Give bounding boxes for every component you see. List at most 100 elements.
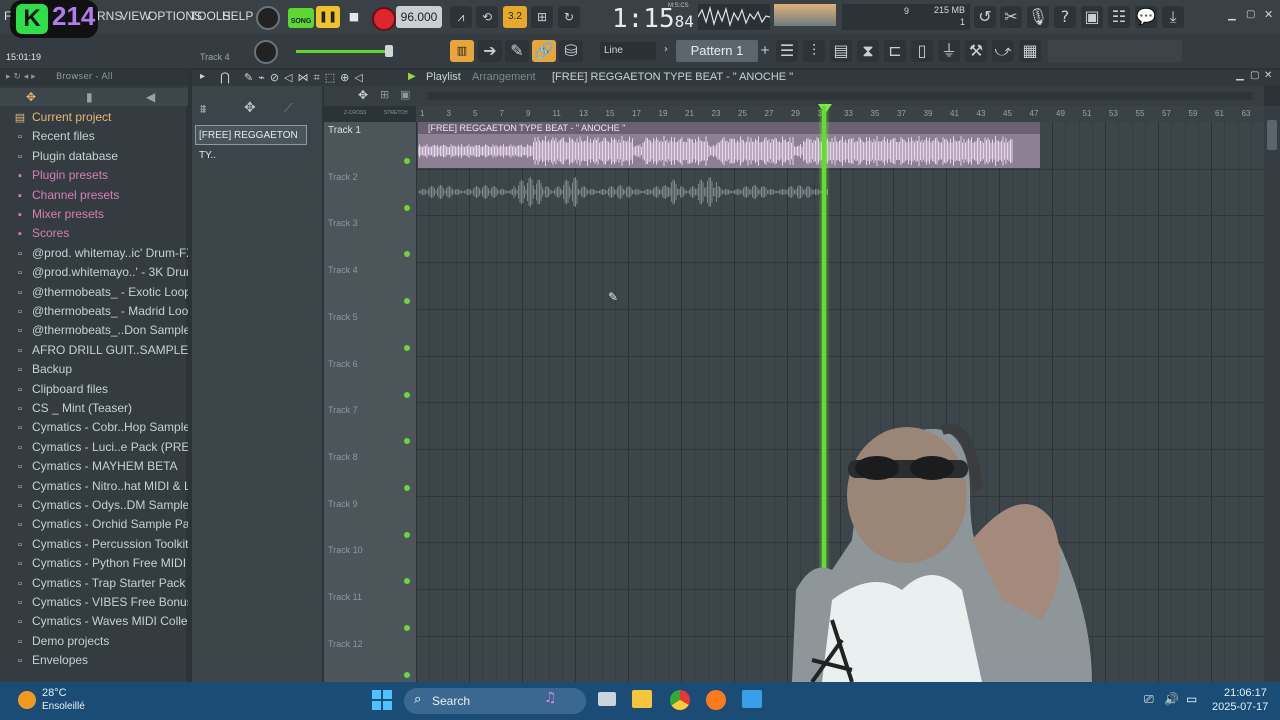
track-label[interactable]: Track 8 (328, 452, 358, 462)
minimize-window-button[interactable]: ▁ (1228, 10, 1240, 22)
track-mute-led[interactable] (404, 298, 410, 305)
browser-item[interactable]: ▫ @thermobeats_..Don Sample Pack (14, 321, 188, 340)
browser-item[interactable]: ▫ Cymatics - VIBES Free Bonus Pack (14, 593, 188, 612)
stop-button[interactable]: ■ (344, 6, 364, 28)
track-label[interactable]: Track 6 (328, 359, 358, 369)
browser-item[interactable]: ▫ @prod.whitemayo..' - 3K Drum Kit (14, 263, 188, 282)
stamp-tool-button[interactable]: ⛁ (559, 40, 583, 62)
track-label[interactable]: Track 1 (328, 125, 361, 136)
master-volume-slider[interactable] (296, 50, 392, 53)
master-volume-knob[interactable] (256, 6, 280, 30)
playlist-tools-icons[interactable]: ✎⌁⊘◁⋈⌗⬚⊕◁ (244, 71, 368, 85)
browser-tab-all-icon[interactable]: ✥ (26, 90, 36, 104)
browser-item[interactable]: ▫ Cymatics - Waves MIDI Collection (14, 612, 188, 631)
network-icon[interactable]: ⎚ (1144, 692, 1154, 707)
browser-item[interactable]: ▫ Cymatics - Luci..e Pack (PREVIEW) (14, 438, 188, 457)
browser-item[interactable]: ▫ Clipboard files (14, 380, 188, 399)
track-label[interactable]: Track 9 (328, 499, 358, 509)
playlist-menu-arrow[interactable]: ▸ (200, 71, 205, 82)
touch-controller-button[interactable]: ⤻ (992, 40, 1014, 62)
playlist-close-button[interactable]: ✕ (1264, 70, 1272, 81)
cut-button[interactable]: ✂ (1000, 6, 1022, 28)
browser-nav-icons[interactable]: ▸ ↻ ◂ ▸ (6, 72, 36, 82)
step-edit-button[interactable]: ⊞ (531, 6, 553, 28)
browser-item[interactable]: ▫ Cymatics - Nitro..hat MIDI & Loops (14, 477, 188, 496)
browser-item[interactable]: ▫ Cymatics - Percussion Toolkit Vol 1 (14, 535, 188, 554)
browser-item[interactable]: ▫ Plugin database (14, 147, 188, 166)
playlist-stretch-icon[interactable]: ⊞ (380, 88, 389, 101)
chrome-button[interactable] (670, 690, 690, 710)
browser-item[interactable]: ▫ @thermobeats_ - Exotic Loopkit (14, 283, 188, 302)
browser-item[interactable]: ▫ Cymatics - MAYHEM BETA (14, 457, 188, 476)
loop-record-button[interactable]: ↻ (558, 6, 580, 28)
vscroll-thumb[interactable] (1267, 120, 1277, 150)
browser-window-button[interactable]: ⊏ (884, 40, 906, 62)
close-window-button[interactable]: ✕ (1264, 8, 1276, 21)
menu-help[interactable]: HELP (222, 9, 253, 23)
playlist-magnet-icon[interactable]: ⋂ (220, 70, 230, 84)
playlist-horizontal-scrollbar[interactable] (428, 92, 1252, 100)
picker-move-icon[interactable]: ✥ (244, 100, 256, 116)
browser-item[interactable]: ▪ Plugin presets (14, 166, 188, 185)
browser-item[interactable]: ▫ Demo projects (14, 632, 188, 651)
photos-button[interactable] (742, 690, 762, 708)
playlist-maximize-button[interactable]: ▢ (1250, 70, 1259, 81)
browser-item[interactable]: ▫ Cymatics - Odys..DM Sample Pack (14, 496, 188, 515)
browser-item[interactable]: ▫ @thermobeats_ - Madrid Loop Kit (14, 302, 188, 321)
maximize-window-button[interactable]: ▢ (1246, 9, 1258, 21)
save-button[interactable]: ▣ (1081, 6, 1103, 28)
browser-item[interactable]: ▫ AFRO DRILL GUIT..SAMPLES VOL. 1 (14, 341, 188, 360)
track-mute-led[interactable] (404, 531, 410, 538)
track-mute-led[interactable] (404, 484, 410, 491)
pattern-prev-arrow[interactable]: › (664, 44, 668, 55)
track-mute-led[interactable] (404, 625, 410, 631)
menu-patterns[interactable]: RNS (97, 9, 122, 23)
playlist-move-icon[interactable]: ✥ (358, 88, 368, 102)
snap-mode-select[interactable]: Line (600, 42, 656, 60)
browser-item[interactable]: ▫ Cymatics - Orchid Sample Pack (14, 515, 188, 534)
track-mute-led[interactable] (404, 344, 410, 351)
battery-icon[interactable]: ▭ (1186, 692, 1197, 706)
record-button[interactable] (372, 7, 396, 31)
chat-button[interactable]: 💬 (1135, 6, 1157, 28)
wait-input-button[interactable]: ⟲ (476, 6, 498, 28)
track-label[interactable]: Track 12 (328, 639, 363, 649)
browser-item[interactable]: ▫ Cymatics - Trap Starter Pack (14, 574, 188, 593)
browser-item[interactable]: ▫ Cymatics - Cobr..Hop Sample Pack (14, 418, 188, 437)
track-label[interactable]: Track 10 (328, 545, 363, 555)
volume-icon[interactable]: 🔊 (1164, 692, 1179, 706)
windows-start-button[interactable] (372, 690, 392, 710)
taskbar-search[interactable]: ⌕ Search ♫ (404, 688, 586, 714)
track-mute-led[interactable] (404, 578, 410, 585)
piano-roll-window-button[interactable]: ⫶ (803, 40, 825, 62)
mixer-window-button[interactable]: ⧗ (857, 40, 879, 62)
snap-value-button[interactable]: 3.2 (503, 6, 527, 28)
track-label[interactable]: Track 11 (328, 592, 362, 602)
playlist-minimize-button[interactable]: ▁ (1236, 70, 1244, 81)
track-label[interactable]: Track 2 (328, 172, 358, 182)
playlist-grid-icon[interactable]: ▣ (400, 88, 410, 101)
track-mute-led[interactable] (404, 438, 410, 445)
menu-view[interactable]: VIEW (120, 9, 151, 23)
timeline-ruler[interactable]: 1357911131517192123252729313335373941434… (416, 106, 1264, 122)
browser-item[interactable]: ▫ Recent files (14, 127, 188, 146)
pause-button[interactable]: ❚❚ (316, 6, 340, 28)
mixer-button[interactable]: ☷ (1108, 6, 1130, 28)
tools-button[interactable]: ⚒ (965, 40, 987, 62)
track-label[interactable]: Track 5 (328, 312, 358, 322)
metronome-button[interactable]: ⩘ (450, 6, 472, 28)
song-mode-toggle[interactable]: SONG (288, 8, 314, 28)
browser-item[interactable]: ▤ Current project (14, 108, 188, 127)
channel-rack-button[interactable]: ▤ (830, 40, 852, 62)
picker-audio-clip[interactable]: [FREE] REGGAETON TY.. (195, 125, 307, 161)
track-mute-led[interactable] (404, 391, 410, 398)
weather-desc[interactable]: Ensoleillé (42, 701, 85, 712)
project-picker-button[interactable]: ▯ (911, 40, 933, 62)
firefox-button[interactable] (706, 690, 726, 710)
browser-item[interactable]: ▫ Envelopes (14, 651, 188, 670)
tempo-display[interactable]: 96.000 (396, 6, 442, 28)
browser-item[interactable]: ▪ Scores (14, 224, 188, 243)
browser-tab-project-icon[interactable]: ▮ (86, 90, 93, 104)
file-explorer-button[interactable] (632, 690, 652, 708)
task-view-button[interactable] (598, 692, 616, 706)
